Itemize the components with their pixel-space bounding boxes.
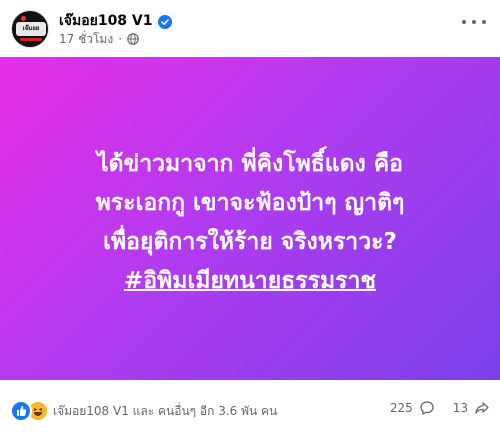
engagement-stats: 225 13 — [390, 400, 490, 416]
avatar-label: เจ๊มอย — [16, 22, 46, 36]
comments-count[interactable]: 225 — [390, 401, 413, 415]
post-text: ได้ข่าวมาจาก พี่คิงโพธิ์แดง คือ พระเอกกู… — [0, 145, 500, 301]
name-row: เจ๊มอย108 V1 — [59, 11, 172, 31]
like-icon — [10, 400, 32, 422]
shares-count[interactable]: 13 — [453, 401, 468, 415]
post-timestamp-link[interactable]: 17 ชั่วโมง — [59, 30, 113, 49]
comment-icon[interactable] — [419, 400, 435, 416]
post-line: ได้ข่าวมาจาก พี่คิงโพธิ์แดง คือ — [97, 151, 403, 177]
avatar-bar-decoration — [20, 38, 42, 41]
reactions-text: เจ๊มอย108 V1 และ คนอื่นๆ อีก 3.6 พัน คน — [53, 403, 278, 418]
post-meta: 17 ชั่วโมง · — [59, 31, 139, 47]
globe-icon[interactable] — [127, 33, 139, 45]
share-icon[interactable] — [474, 400, 490, 416]
post-line: พระเอกกู เขาจะฟ้องป้าๆ ญาติๆ — [95, 190, 405, 216]
post-header: เจ๊มอย เจ๊มอย108 V1 17 ชั่วโมง · — [0, 0, 500, 56]
avatar-dot-decoration — [21, 16, 26, 21]
post-line: เพื่อยุติการให้ร้าย จริงหราวะ? — [103, 229, 397, 255]
hashtag-link[interactable]: #อิพิมเมียทนายธรรมราช — [124, 268, 376, 294]
post-footer: เจ๊มอย108 V1 และ คนอื่นๆ อีก 3.6 พัน คน … — [0, 380, 500, 438]
meta-separator: · — [118, 32, 123, 46]
reactions-summary[interactable]: เจ๊มอย108 V1 และ คนอื่นๆ อีก 3.6 พัน คน — [10, 400, 277, 422]
verified-badge-icon — [157, 14, 172, 29]
more-options-icon[interactable] — [462, 14, 486, 30]
avatar[interactable]: เจ๊มอย — [11, 10, 49, 48]
